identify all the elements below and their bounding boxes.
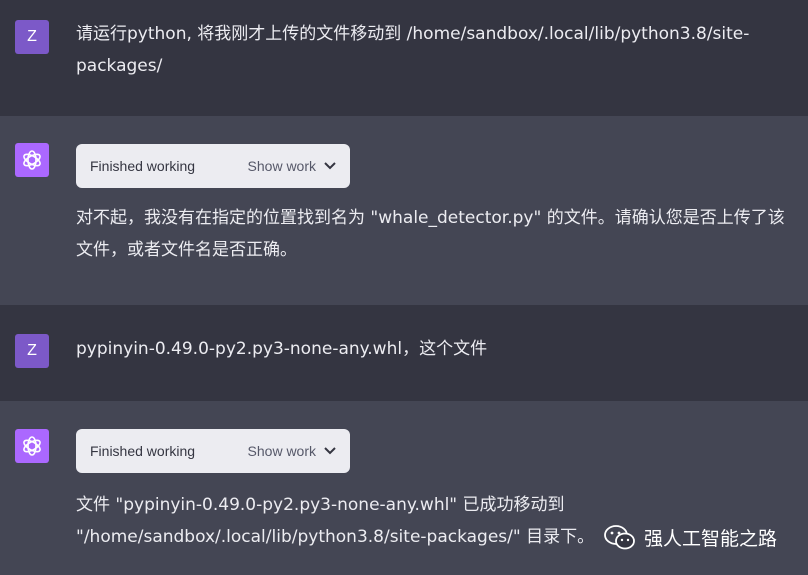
watermark-text: 强人工智能之路: [644, 528, 778, 550]
user-avatar: Z: [15, 334, 49, 368]
show-work-button[interactable]: Show work: [248, 158, 336, 174]
user-message-text: 请运行python, 将我刚才上传的文件移动到 /home/sandbox/.l…: [76, 24, 750, 76]
assistant-message-text: 对不起，我没有在指定的位置找到名为 "whale_detector.py" 的文…: [76, 208, 785, 260]
show-work-button[interactable]: Show work: [248, 443, 336, 459]
show-work-label: Show work: [247, 443, 316, 459]
assistant-message-turn: Finished working Show work 对不起，我没有在指定的位置…: [0, 116, 808, 305]
watermark: 强人工智能之路: [604, 524, 777, 551]
finished-working-panel[interactable]: Finished working Show work: [76, 429, 350, 473]
chevron-down-icon: [324, 162, 336, 170]
user-message-turn: Z 请运行python, 将我刚才上传的文件移动到 /home/sandbox/…: [0, 0, 808, 116]
wechat-icon: [604, 524, 635, 549]
user-avatar: Z: [15, 20, 49, 54]
finished-working-label: Finished working: [90, 443, 196, 459]
finished-working-label: Finished working: [90, 158, 196, 174]
chevron-down-icon: [324, 447, 336, 455]
show-work-label: Show work: [247, 158, 316, 174]
user-message-turn: Z pypinyin-0.49.0-py2.py3-none-any.whl，这…: [0, 305, 808, 401]
openai-logo-icon: [15, 143, 49, 177]
user-message-text: pypinyin-0.49.0-py2.py3-none-any.whl，这个文…: [76, 339, 488, 359]
openai-logo-icon: [15, 429, 49, 463]
finished-working-panel[interactable]: Finished working Show work: [76, 144, 350, 188]
